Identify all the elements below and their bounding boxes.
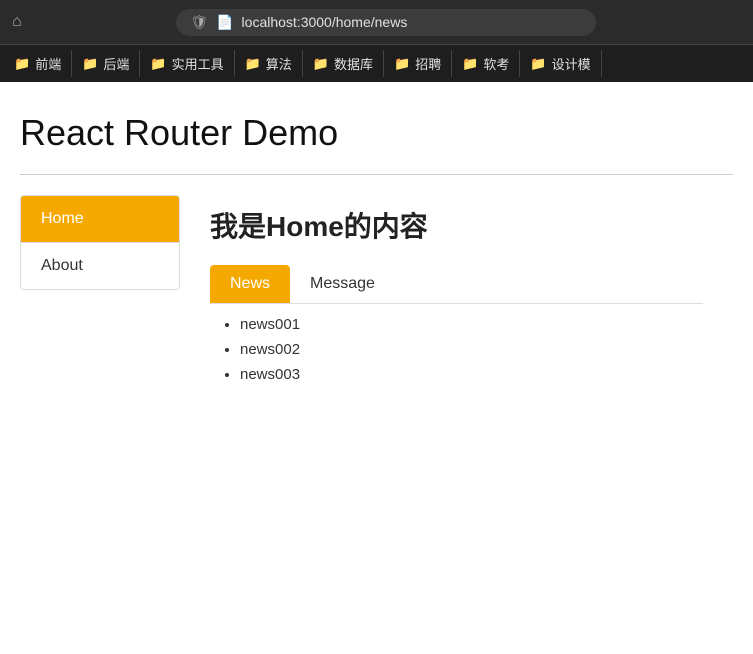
divider: [20, 174, 733, 175]
sub-tab-message-label: Message: [310, 275, 375, 292]
sidebar: Home About: [20, 195, 180, 290]
sidebar-item-home-label: Home: [41, 210, 84, 227]
browser-home-icon: ⌂: [12, 13, 22, 31]
folder-icon-2: 📁: [150, 56, 166, 72]
browser-url-text: localhost:3000/home/news: [242, 14, 408, 30]
page-title: React Router Demo: [20, 112, 733, 154]
bookmark-label-0: 前端: [35, 54, 61, 73]
folder-icon-4: 📁: [313, 56, 329, 72]
bookmarks-bar: 📁 前端 📁 后端 📁 实用工具 📁 算法 📁 数据库 📁 招聘 📁 软考 📁 …: [0, 44, 753, 82]
folder-icon-6: 📁: [462, 56, 478, 72]
content-area: 我是Home的内容 News Message news001 news002: [180, 195, 733, 401]
folder-icon-3: 📁: [245, 56, 261, 72]
news-list-item-0: news001: [240, 316, 703, 333]
bookmark-label-3: 算法: [266, 54, 292, 73]
news-list-item-2: news003: [240, 366, 703, 383]
browser-url-bar[interactable]: 🛡 📄 localhost:3000/home/news: [176, 9, 596, 36]
folder-icon-0: 📁: [14, 56, 30, 72]
folder-icon-1: 📁: [82, 56, 98, 72]
main-layout: Home About 我是Home的内容 News Message: [20, 195, 733, 401]
bookmark-item-0[interactable]: 📁 前端: [4, 50, 72, 77]
shield-icon: 🛡: [190, 14, 208, 31]
bookmark-item-6[interactable]: 📁 软考: [452, 50, 520, 77]
sub-tabs: News Message: [210, 265, 703, 304]
sidebar-item-about-label: About: [41, 257, 83, 274]
folder-icon-5: 📁: [394, 56, 410, 72]
sidebar-item-home[interactable]: Home: [21, 196, 179, 242]
sub-tab-message[interactable]: Message: [290, 265, 395, 303]
page-icon: 📄: [216, 14, 233, 31]
bookmark-label-7: 设计模: [552, 54, 591, 73]
bookmark-label-4: 数据库: [334, 54, 373, 73]
sub-tab-news-label: News: [230, 275, 270, 292]
content-heading: 我是Home的内容: [210, 205, 703, 245]
news-list: news001 news002 news003: [210, 316, 703, 383]
bookmark-label-5: 招聘: [415, 54, 441, 73]
sidebar-item-about[interactable]: About: [21, 243, 179, 289]
bookmark-item-2[interactable]: 📁 实用工具: [140, 50, 234, 77]
folder-icon-7: 📁: [530, 56, 546, 72]
bookmark-label-6: 软考: [483, 54, 509, 73]
bookmark-item-7[interactable]: 📁 设计模: [520, 50, 601, 77]
bookmark-item-4[interactable]: 📁 数据库: [303, 50, 384, 77]
bookmark-label-2: 实用工具: [172, 54, 224, 73]
sub-tab-news[interactable]: News: [210, 265, 290, 303]
bookmark-item-3[interactable]: 📁 算法: [235, 50, 303, 77]
bookmark-label-1: 后端: [103, 54, 129, 73]
browser-bar: ⌂ 🛡 📄 localhost:3000/home/news: [0, 0, 753, 44]
bookmark-item-1[interactable]: 📁 后端: [72, 50, 140, 77]
bookmark-item-5[interactable]: 📁 招聘: [384, 50, 452, 77]
news-list-item-1: news002: [240, 341, 703, 358]
page-content: React Router Demo Home About 我是Home的内容 N…: [0, 82, 753, 421]
